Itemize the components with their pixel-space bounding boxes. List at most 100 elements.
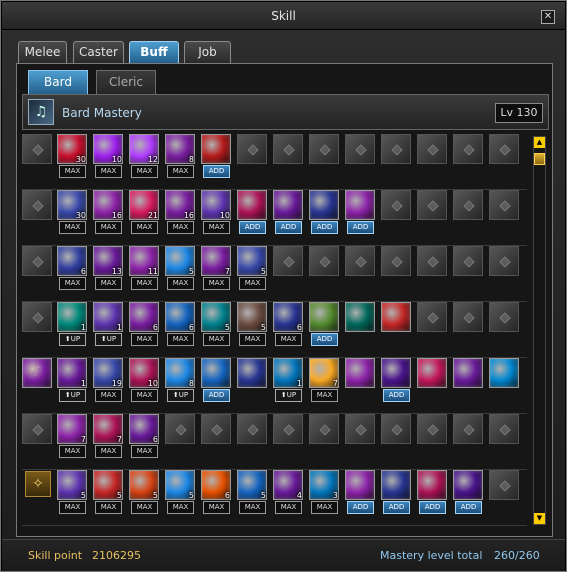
skill-icon[interactable]: 5 bbox=[93, 470, 123, 500]
skill-icon[interactable] bbox=[417, 358, 447, 388]
skill-slot[interactable] bbox=[309, 134, 339, 164]
skill-slot[interactable] bbox=[345, 414, 375, 444]
skill-icon[interactable]: 6 bbox=[129, 302, 159, 332]
skill-slot[interactable]: 4 MAX bbox=[273, 470, 303, 514]
skill-slot[interactable] bbox=[489, 134, 519, 164]
up-button[interactable]: ⬆UP bbox=[275, 389, 302, 402]
skill-slot[interactable]: 11 MAX bbox=[129, 246, 159, 290]
skill-icon[interactable]: 10 bbox=[201, 190, 231, 220]
add-button[interactable]: ADD bbox=[311, 221, 338, 234]
title-bar[interactable]: Skill ✕ bbox=[2, 2, 565, 30]
skill-slot[interactable] bbox=[489, 190, 519, 220]
skill-slot[interactable]: 30 MAX bbox=[57, 134, 87, 178]
skill-icon[interactable]: 8 bbox=[165, 134, 195, 164]
skill-slot[interactable]: 13 MAX bbox=[93, 246, 123, 290]
skill-slot[interactable] bbox=[453, 246, 483, 276]
skill-slot[interactable] bbox=[381, 134, 411, 164]
skill-slot[interactable] bbox=[22, 190, 52, 220]
skill-slot[interactable]: 1 ⬆UP bbox=[57, 302, 87, 346]
skill-icon[interactable] bbox=[345, 470, 375, 500]
skill-slot[interactable]: 12 MAX bbox=[129, 134, 159, 178]
skill-slot[interactable] bbox=[381, 246, 411, 276]
skill-slot[interactable] bbox=[273, 246, 303, 276]
skill-icon[interactable] bbox=[237, 190, 267, 220]
skill-slot[interactable]: ADD bbox=[453, 470, 483, 514]
skill-icon[interactable]: 5 bbox=[165, 470, 195, 500]
skill-slot[interactable]: 5 MAX bbox=[165, 470, 195, 514]
skill-slot[interactable] bbox=[273, 414, 303, 444]
skill-icon[interactable]: 10 bbox=[93, 134, 123, 164]
subtab-cleric[interactable]: Cleric bbox=[96, 70, 156, 94]
skill-slot[interactable]: 5 MAX bbox=[237, 470, 267, 514]
tab-melee[interactable]: Melee bbox=[18, 41, 67, 63]
add-button[interactable]: ADD bbox=[203, 389, 230, 402]
skill-icon[interactable] bbox=[345, 358, 375, 388]
skill-slot[interactable]: ADD bbox=[345, 190, 375, 234]
skill-slot[interactable]: 5 MAX bbox=[237, 302, 267, 346]
add-button[interactable]: ADD bbox=[203, 165, 230, 178]
skill-slot[interactable] bbox=[381, 190, 411, 220]
skill-slot[interactable]: 10 MAX bbox=[129, 358, 159, 402]
skill-slot[interactable]: ADD bbox=[381, 358, 411, 402]
skill-slot[interactable]: 5 MAX bbox=[57, 470, 87, 514]
skill-slot[interactable]: ADD bbox=[345, 470, 375, 514]
skill-slot[interactable]: ADD bbox=[201, 134, 231, 178]
add-button[interactable]: ADD bbox=[239, 221, 266, 234]
scrollbar[interactable]: ▲ ▼ bbox=[533, 136, 546, 525]
skill-icon[interactable]: 5 bbox=[237, 470, 267, 500]
skill-slot[interactable]: 6 MAX bbox=[129, 302, 159, 346]
skill-icon[interactable]: 1 bbox=[57, 358, 87, 388]
skill-icon[interactable]: 12 bbox=[129, 134, 159, 164]
skill-slot[interactable]: ADD bbox=[309, 190, 339, 234]
skill-icon[interactable] bbox=[381, 470, 411, 500]
up-button[interactable]: ⬆UP bbox=[167, 389, 194, 402]
add-button[interactable]: ADD bbox=[347, 501, 374, 514]
skill-slot[interactable] bbox=[345, 302, 375, 332]
skill-slot[interactable] bbox=[453, 190, 483, 220]
skill-icon[interactable] bbox=[201, 358, 231, 388]
skill-slot[interactable] bbox=[22, 302, 52, 332]
skill-slot[interactable] bbox=[309, 246, 339, 276]
skill-slot[interactable] bbox=[381, 414, 411, 444]
skill-icon[interactable]: 5 bbox=[237, 302, 267, 332]
skill-slot[interactable]: 7 MAX bbox=[93, 414, 123, 458]
add-button[interactable]: ADD bbox=[275, 221, 302, 234]
skill-slot[interactable]: 7 MAX bbox=[309, 358, 339, 402]
skill-icon[interactable]: 6 bbox=[165, 302, 195, 332]
subtab-bard[interactable]: Bard bbox=[28, 70, 88, 94]
skill-slot[interactable]: 21 MAX bbox=[129, 190, 159, 234]
skill-icon[interactable]: 30 bbox=[57, 134, 87, 164]
skill-icon[interactable]: 30 bbox=[57, 190, 87, 220]
up-button[interactable]: ⬆UP bbox=[95, 333, 122, 346]
skill-icon[interactable]: 5 bbox=[237, 246, 267, 276]
skill-slot[interactable] bbox=[237, 134, 267, 164]
skill-icon[interactable] bbox=[489, 358, 519, 388]
add-button[interactable]: ADD bbox=[455, 501, 482, 514]
skill-slot[interactable] bbox=[22, 134, 52, 164]
skill-slot[interactable] bbox=[237, 414, 267, 444]
skill-icon[interactable]: 6 bbox=[129, 414, 159, 444]
skill-slot[interactable]: 8 MAX bbox=[165, 134, 195, 178]
skill-slot[interactable]: 1 ⬆UP bbox=[57, 358, 87, 402]
skill-slot[interactable] bbox=[201, 414, 231, 444]
skill-slot[interactable] bbox=[417, 414, 447, 444]
skill-slot[interactable]: ADD bbox=[309, 302, 339, 346]
scroll-thumb[interactable] bbox=[534, 153, 545, 165]
skill-icon[interactable] bbox=[453, 358, 483, 388]
skill-slot[interactable]: 1 ⬆UP bbox=[273, 358, 303, 402]
tab-job[interactable]: Job bbox=[184, 41, 231, 63]
skill-icon[interactable]: 5 bbox=[201, 302, 231, 332]
skill-icon[interactable]: 5 bbox=[57, 470, 87, 500]
skill-slot[interactable]: 6 MAX bbox=[129, 414, 159, 458]
close-button[interactable]: ✕ bbox=[541, 10, 555, 24]
add-button[interactable]: ADD bbox=[383, 389, 410, 402]
skill-slot[interactable] bbox=[345, 358, 375, 388]
skill-slot[interactable] bbox=[489, 358, 519, 388]
skill-slot[interactable]: 5 MAX bbox=[201, 302, 231, 346]
skill-icon[interactable] bbox=[309, 302, 339, 332]
skill-icon[interactable]: 7 bbox=[201, 246, 231, 276]
skill-slot[interactable]: 7 MAX bbox=[57, 414, 87, 458]
skill-icon[interactable] bbox=[273, 190, 303, 220]
skill-slot[interactable]: 16 MAX bbox=[93, 190, 123, 234]
scroll-up-button[interactable]: ▲ bbox=[534, 137, 545, 148]
